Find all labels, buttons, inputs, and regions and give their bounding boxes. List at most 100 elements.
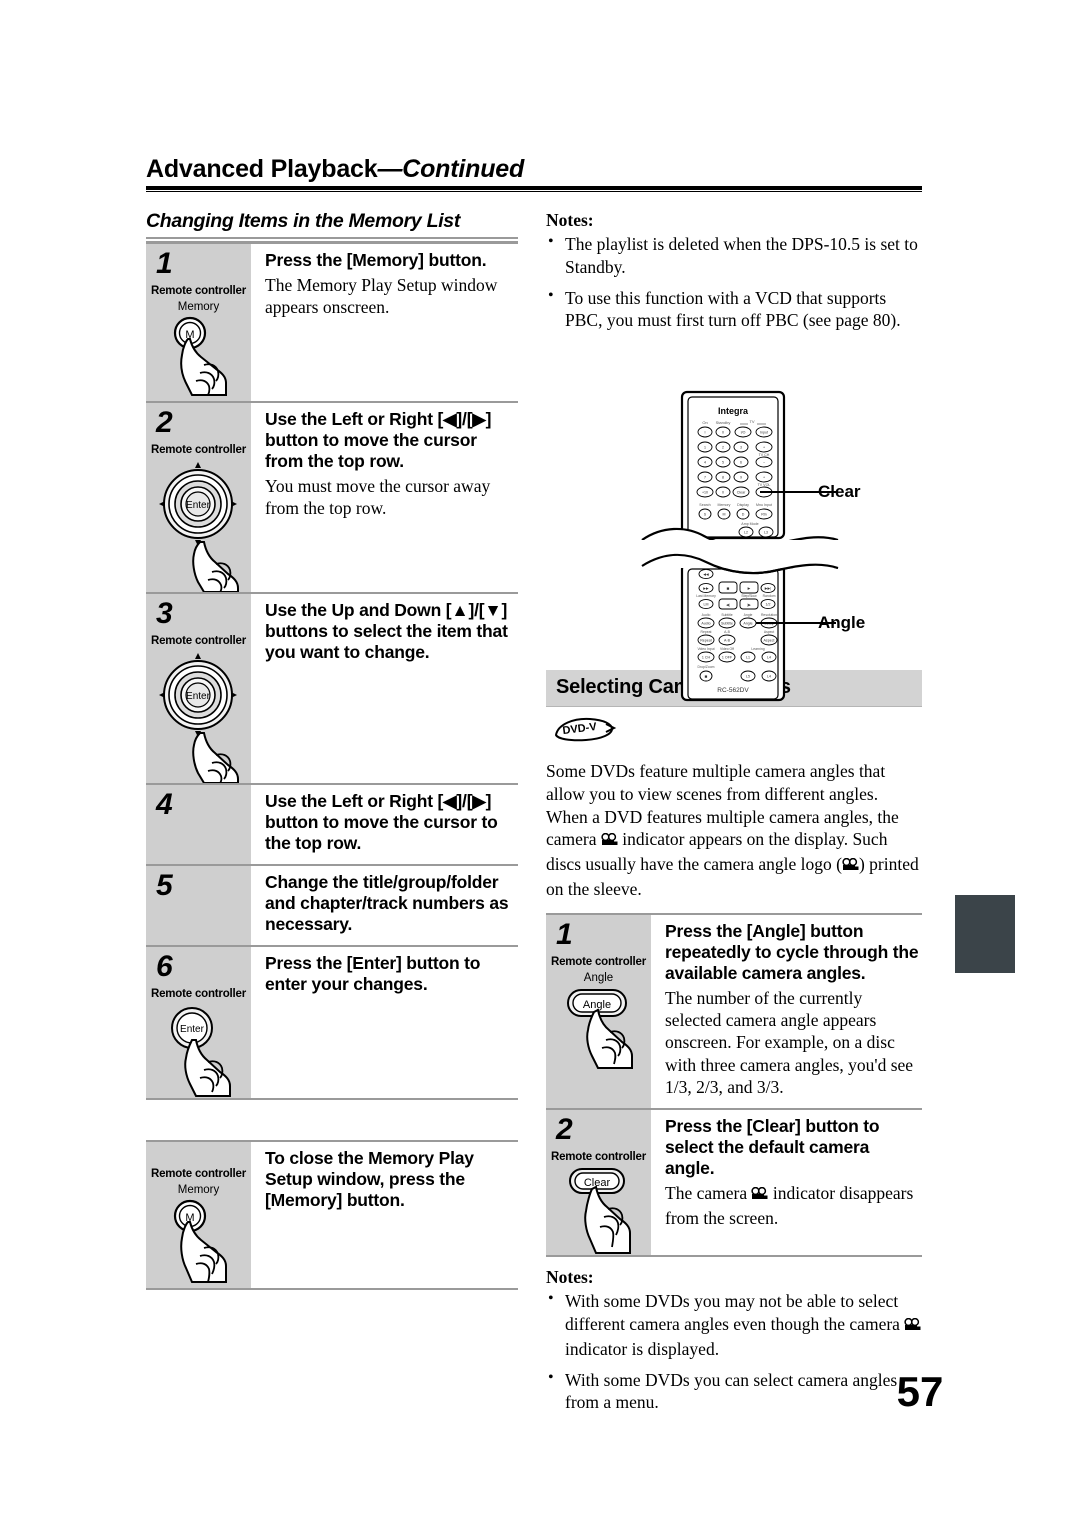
svg-text:Enter: Enter xyxy=(186,691,211,702)
remote-model-text: RC-562DV xyxy=(717,687,749,694)
step-text-cell: Press the [Enter] button to enter your c… xyxy=(251,945,518,1100)
svg-text:◼: ◼ xyxy=(727,586,730,590)
svg-text:3: 3 xyxy=(740,445,742,449)
svg-text:+10: +10 xyxy=(702,490,708,494)
callout-label-angle: Angle xyxy=(818,613,866,632)
camera-icon xyxy=(842,855,859,878)
clear-button-icon: Clear xyxy=(569,1168,631,1255)
svg-text:9: 9 xyxy=(740,475,742,479)
svg-text:Angle: Angle xyxy=(583,999,611,1011)
step-text-cell: Use the Up and Down [▲]/[▼] buttons to s… xyxy=(251,592,518,784)
step-description: The camera indicator disappears from the… xyxy=(665,1182,922,1229)
step-text-cell: Change the title/group/folder and chapte… xyxy=(251,864,518,946)
svg-text:Video Input: Video Input xyxy=(697,647,714,651)
svg-text:1: 1 xyxy=(704,445,706,449)
svg-text:L5: L5 xyxy=(746,674,750,678)
memory-list-step-table: 1 Remote controller Memory M Press the [… xyxy=(146,242,518,1100)
button-caption: Angle xyxy=(583,971,614,984)
navigation-wheel-illustration: Enter xyxy=(146,647,251,783)
camera-angles-intro: Some DVDs feature multiple camera angles… xyxy=(546,760,922,901)
table-row: 2 Remote controller Enter Use the Left o… xyxy=(146,401,518,593)
svg-text:◀|: ◀| xyxy=(726,603,730,607)
step-illustration-cell: 1 Remote controller Angle Angle xyxy=(546,912,651,1110)
remote-brand-text: Integra xyxy=(718,406,749,416)
clear-button-illustration: Clear xyxy=(546,1163,651,1255)
svg-text:▶▶|: ▶▶| xyxy=(765,586,772,590)
camera-angle-step-table: 1 Remote controller Angle Angle Press th… xyxy=(546,912,922,1258)
step-text-cell: To close the Memory Play Setup window, p… xyxy=(251,1140,518,1290)
step-text-cell: Press the [Angle] button repeatedly to c… xyxy=(651,912,922,1110)
svg-text:Video Off: Video Off xyxy=(720,647,734,651)
svg-text:◼: ◼ xyxy=(705,674,708,678)
page-number: 57 xyxy=(896,1368,944,1415)
table-row: 6 Remote controller Enter Press the [Ent… xyxy=(146,945,518,1100)
memory-button-icon: M xyxy=(173,316,227,396)
step-title: Press the [Angle] button repeatedly to c… xyxy=(665,920,919,983)
manual-page: Advanced Playback—Continued Changing Ite… xyxy=(0,0,1080,1528)
svg-text:Aspect: Aspect xyxy=(764,638,775,642)
list-item: With some DVDs you may not be able to se… xyxy=(546,1289,922,1360)
remote-controller-label: Remote controller xyxy=(150,635,246,647)
svg-text:Rtn: Rtn xyxy=(761,512,767,516)
note-text-part2: indicator is displayed. xyxy=(565,1338,720,1359)
svg-text:I/O: I/O xyxy=(741,430,746,434)
memory-button-illustration: M xyxy=(146,1196,251,1288)
svg-text:On: On xyxy=(702,420,707,425)
step-illustration-cell: 4 xyxy=(146,783,251,865)
button-caption: Memory xyxy=(177,1184,220,1196)
svg-text:0: 0 xyxy=(722,430,724,434)
svg-text:0: 0 xyxy=(722,490,724,494)
notes-list-bottom: With some DVDs you may not be able to se… xyxy=(546,1289,922,1414)
svg-text:Clear: Clear xyxy=(584,1177,611,1189)
step-number: 5 xyxy=(156,869,173,902)
remote-controller-label: Remote controller xyxy=(150,1168,246,1180)
step-illustration-cell: 3 Remote controller Enter xyxy=(146,592,251,784)
callout-label-clear: Clear xyxy=(818,482,861,501)
svg-text:1 CH: 1 CH xyxy=(702,655,711,659)
svg-text:Angle: Angle xyxy=(744,613,753,617)
step-illustration-cell: 6 Remote controller Enter xyxy=(146,945,251,1100)
remote-controller-label: Remote controller xyxy=(550,955,646,968)
step-number: 1 xyxy=(556,917,573,951)
remote-controller-illustration: Integra On Standby TV I 0 I/O Input 1 2 … xyxy=(640,388,940,708)
svg-text:L2: L2 xyxy=(744,530,748,534)
section-title-memory-list: Changing Items in the Memory List xyxy=(146,210,461,232)
camera-icon xyxy=(751,1184,768,1206)
table-row: 5 Change the title/group/folder and chap… xyxy=(146,864,518,946)
svg-text:LM: LM xyxy=(704,602,709,606)
angle-button-illustration: Angle xyxy=(546,984,651,1070)
angle-button-icon: Angle xyxy=(567,988,633,1069)
svg-text:Enter: Enter xyxy=(180,1024,205,1035)
memory-button-illustration: M xyxy=(146,313,251,401)
running-head-continued: —Continued xyxy=(377,155,525,183)
svg-text:Audio: Audio xyxy=(701,621,710,625)
svg-text:Subtitle: Subtitle xyxy=(721,621,733,625)
step-number: 2 xyxy=(556,1113,573,1147)
svg-text:Aspect: Aspect xyxy=(764,630,774,634)
navigation-wheel-icon: Enter xyxy=(159,653,239,783)
svg-text:M: M xyxy=(723,512,726,516)
step-number: 4 xyxy=(156,788,173,821)
step-illustration-cell: 1 Remote controller Memory M xyxy=(146,242,251,402)
svg-text:−: − xyxy=(763,460,765,464)
svg-text:I: I xyxy=(705,430,706,434)
table-row: Remote controller Memory M To close the … xyxy=(146,1140,518,1290)
table-row: 4 Use the Left or Right [◀]/[▶] button t… xyxy=(146,783,518,865)
step-number: 2 xyxy=(156,406,173,439)
step-illustration-cell: 2 Remote controller Enter xyxy=(146,401,251,593)
running-head: Advanced Playback—Continued xyxy=(146,155,922,184)
remote-controller-label: Remote controller xyxy=(150,285,246,297)
svg-text:Clear: Clear xyxy=(737,490,746,494)
step-text-cell: Use the Left or Right [◀]/[▶] button to … xyxy=(251,783,518,865)
svg-text:Mnu Input: Mnu Input xyxy=(756,503,772,507)
navigation-wheel-illustration: Enter xyxy=(146,456,251,592)
step-title: To close the Memory Play Setup window, p… xyxy=(265,1148,474,1210)
step-title: Press the [Memory] button. xyxy=(265,250,487,270)
step-title: Change the title/group/folder and chapte… xyxy=(265,872,509,934)
step-number: 1 xyxy=(156,247,173,280)
svg-text:Memory: Memory xyxy=(718,503,731,507)
remote-controller-label: Remote controller xyxy=(150,444,246,456)
svg-text:TV CH: TV CH xyxy=(759,453,770,457)
step-text-cell: Use the Left or Right [◀]/[▶] button to … xyxy=(251,401,518,593)
running-head-rule xyxy=(146,186,922,192)
